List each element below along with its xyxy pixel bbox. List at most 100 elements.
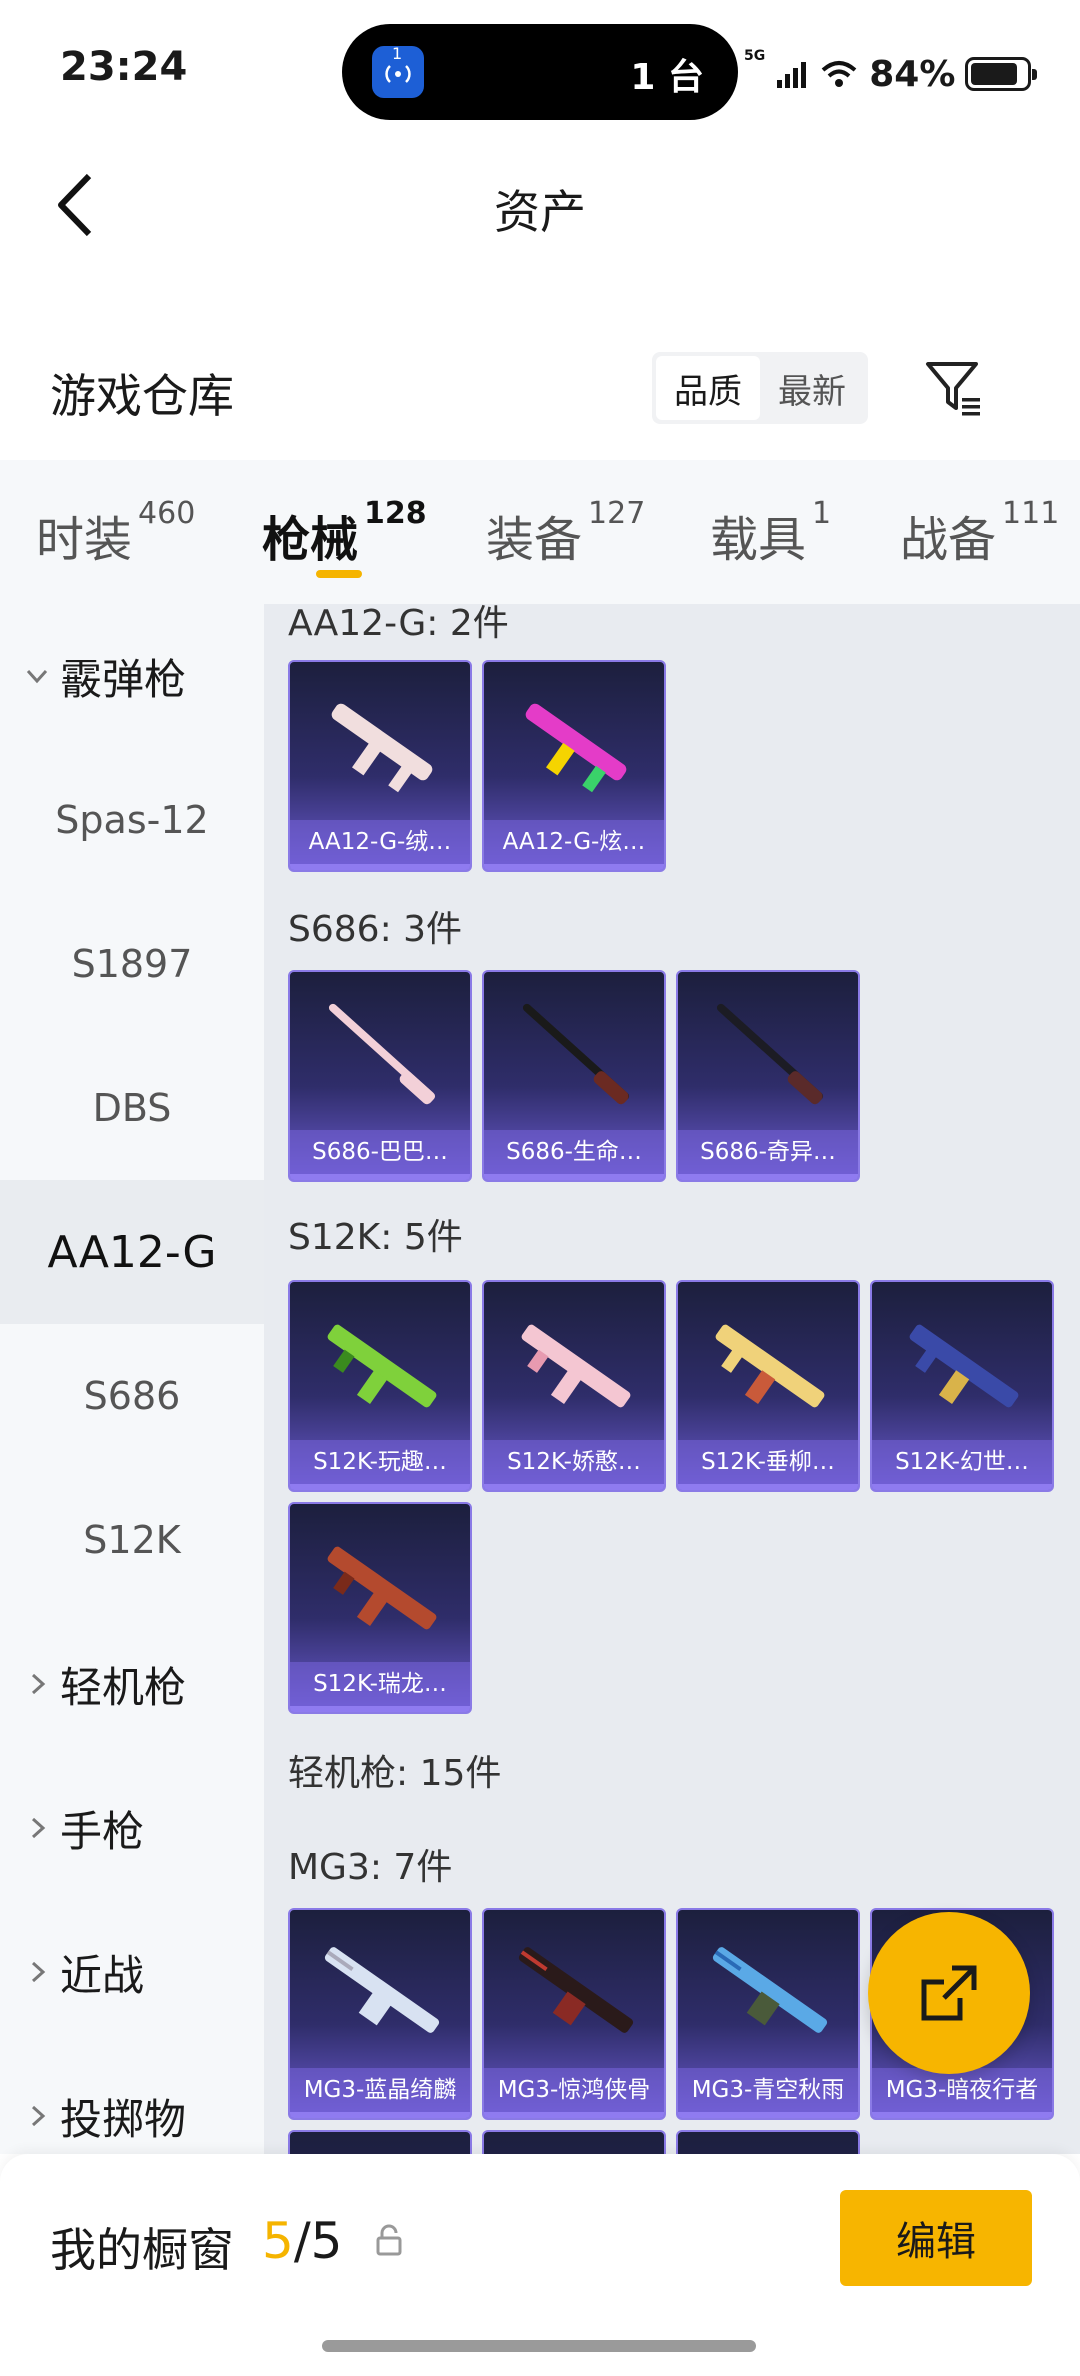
weapon-name: MG3-惊鸿侠骨 — [484, 2068, 664, 2112]
section-label-aa12g: AA12-G: 2件 — [288, 604, 509, 644]
sidebar-item-s686[interactable]: S686 — [0, 1324, 264, 1468]
home-indicator[interactable] — [322, 2340, 756, 2352]
tab-active-indicator — [316, 570, 362, 578]
tab-firearms[interactable]: 枪械 128 — [262, 496, 427, 570]
chevron-right-icon — [31, 2105, 46, 2127]
warehouse-title: 游戏仓库 — [50, 369, 234, 423]
weapon-card[interactable]: MG3-蓝晶绮麟 — [288, 1908, 472, 2120]
tab-label: 枪械 — [262, 512, 359, 568]
chevron-right-icon — [31, 1673, 46, 1695]
weapon-card[interactable]: AA12-G-绒… — [288, 660, 472, 872]
weapon-card[interactable]: MG3-惊鸿侠骨 — [482, 1908, 666, 2120]
sidebar-item-label: S12K — [83, 1518, 181, 1562]
weapon-card[interactable]: MG3-青空秋雨 — [676, 1908, 860, 2120]
weapon-card[interactable] — [676, 2130, 860, 2154]
filter-button[interactable] — [918, 350, 990, 426]
section-label-s686: S686: 3件 — [288, 909, 463, 950]
status-time: 23:24 — [60, 44, 188, 90]
battery-percent: 84% — [869, 53, 956, 95]
tab-label: 载具 — [710, 512, 807, 568]
tab-count: 127 — [588, 496, 646, 531]
sidebar-item-label: 霰弹枪 — [60, 654, 187, 704]
sidebar-item-shotgun[interactable]: 霰弹枪 — [0, 604, 264, 748]
tab-count: 1 — [812, 496, 832, 531]
lock-icon — [376, 2224, 402, 2256]
weapon-name: S12K-垂柳… — [678, 1440, 858, 1484]
dynamic-island[interactable]: 1 1 台 — [342, 24, 738, 120]
sidebar-item-label: 手枪 — [60, 1806, 145, 1856]
weapon-card[interactable]: AA12-G-炫… — [482, 660, 666, 872]
sidebar-item-s12k[interactable]: S12K — [0, 1468, 264, 1612]
weapon-card[interactable]: S12K-垂柳… — [676, 1280, 860, 1492]
weapon-name: S12K-幻世… — [872, 1440, 1052, 1484]
tab-supplies[interactable]: 战备 111 — [900, 496, 1059, 570]
weapon-card[interactable]: S686-巴巴… — [288, 970, 472, 1182]
weapon-name: MG3-蓝晶绮麟 — [290, 2068, 470, 2112]
tab-label: 装备 — [486, 512, 583, 568]
status-bar: 23:24 1 1 台 5G 84% — [0, 0, 1080, 140]
page-title: 资产 — [494, 185, 586, 239]
sidebar-item-label: 近战 — [60, 1950, 145, 2000]
sidebar-item-label: S686 — [83, 1374, 181, 1418]
weapon-name: S686-生命… — [484, 1130, 664, 1174]
edit-button[interactable]: 编辑 — [840, 2190, 1032, 2286]
weapon-card[interactable]: S12K-玩趣… — [288, 1280, 472, 1492]
tab-fashion[interactable]: 时装 460 — [36, 496, 195, 570]
weapon-name: S686-巴巴… — [290, 1130, 470, 1174]
island-badge: 1 — [392, 44, 403, 63]
sidebar-item-label: 投掷物 — [60, 2094, 187, 2144]
sidebar-item-spas12[interactable]: Spas-12 — [0, 748, 264, 892]
tab-label: 时装 — [36, 512, 133, 568]
share-fab[interactable] — [868, 1912, 1030, 2074]
sidebar-item-label: Spas-12 — [55, 798, 209, 842]
weapon-name: AA12-G-炫… — [484, 820, 664, 864]
sidebar-item-label: AA12-G — [47, 1226, 217, 1278]
sidebar-item-lmg[interactable]: 轻机枪 — [0, 1612, 264, 1756]
weapon-name: S12K-瑞龙… — [290, 1662, 470, 1706]
weapon-name: S12K-玩趣… — [290, 1440, 470, 1484]
section-label-mg3: MG3: 7件 — [288, 1847, 453, 1888]
sort-latest-button[interactable]: 最新 — [760, 356, 864, 420]
sort-quality-button[interactable]: 品质 — [656, 356, 760, 420]
weapon-card[interactable]: S12K-瑞龙… — [288, 1502, 472, 1714]
filter-icon — [926, 362, 980, 416]
weapon-name: AA12-G-绒… — [290, 820, 470, 864]
showcase-sep: / — [293, 2212, 311, 2270]
sidebar-item-label: S1897 — [71, 942, 193, 986]
showcase-label: 我的橱窗 — [50, 2223, 234, 2277]
weapon-card[interactable]: S686-奇异… — [676, 970, 860, 1182]
weapon-card[interactable] — [288, 2130, 472, 2154]
tab-vehicles[interactable]: 载具 1 — [710, 496, 831, 570]
sidebar-item-throwable[interactable]: 投掷物 — [0, 2044, 264, 2154]
sidebar-item-label: DBS — [92, 1086, 172, 1130]
island-text: 1 台 — [630, 57, 704, 98]
category-tabs: 时装 460 枪械 128 装备 127 载具 1 战备 111 — [0, 460, 1080, 604]
tab-count: 111 — [1002, 496, 1060, 531]
showcase-used: 5 — [262, 2212, 294, 2270]
battery-icon — [965, 57, 1038, 91]
network-label: 5G — [744, 48, 766, 64]
weapon-card[interactable]: S686-生命… — [482, 970, 666, 1182]
weapon-card[interactable]: S12K-娇憨… — [482, 1280, 666, 1492]
sidebar-item-label: 轻机枪 — [60, 1662, 187, 1712]
status-icons: 5G 84% — [744, 44, 1038, 104]
weapon-name: S12K-娇憨… — [484, 1440, 664, 1484]
sidebar-item-melee[interactable]: 近战 — [0, 1900, 264, 2044]
chevron-down-icon — [26, 669, 48, 684]
tab-label: 战备 — [900, 512, 997, 568]
weapon-name: MG3-暗夜行者 — [872, 2068, 1052, 2112]
sidebar-item-s1897[interactable]: S1897 — [0, 892, 264, 1036]
weapon-card[interactable]: S12K-幻世… — [870, 1280, 1054, 1492]
showcase-count: 5/5 — [262, 2212, 342, 2270]
tab-count: 460 — [138, 496, 196, 531]
weapon-name: S686-奇异… — [678, 1130, 858, 1174]
sort-toggle: 品质 最新 — [652, 352, 868, 424]
sidebar-item-aa12g[interactable]: AA12-G — [0, 1180, 264, 1324]
tab-equipment[interactable]: 装备 127 — [486, 496, 645, 570]
weapon-card[interactable] — [482, 2130, 666, 2154]
tab-count: 128 — [364, 496, 427, 531]
weapon-name: MG3-青空秋雨 — [678, 2068, 858, 2112]
sidebar-item-pistol[interactable]: 手枪 — [0, 1756, 264, 1900]
sidebar-item-dbs[interactable]: DBS — [0, 1036, 264, 1180]
battery-fill — [971, 63, 1017, 85]
